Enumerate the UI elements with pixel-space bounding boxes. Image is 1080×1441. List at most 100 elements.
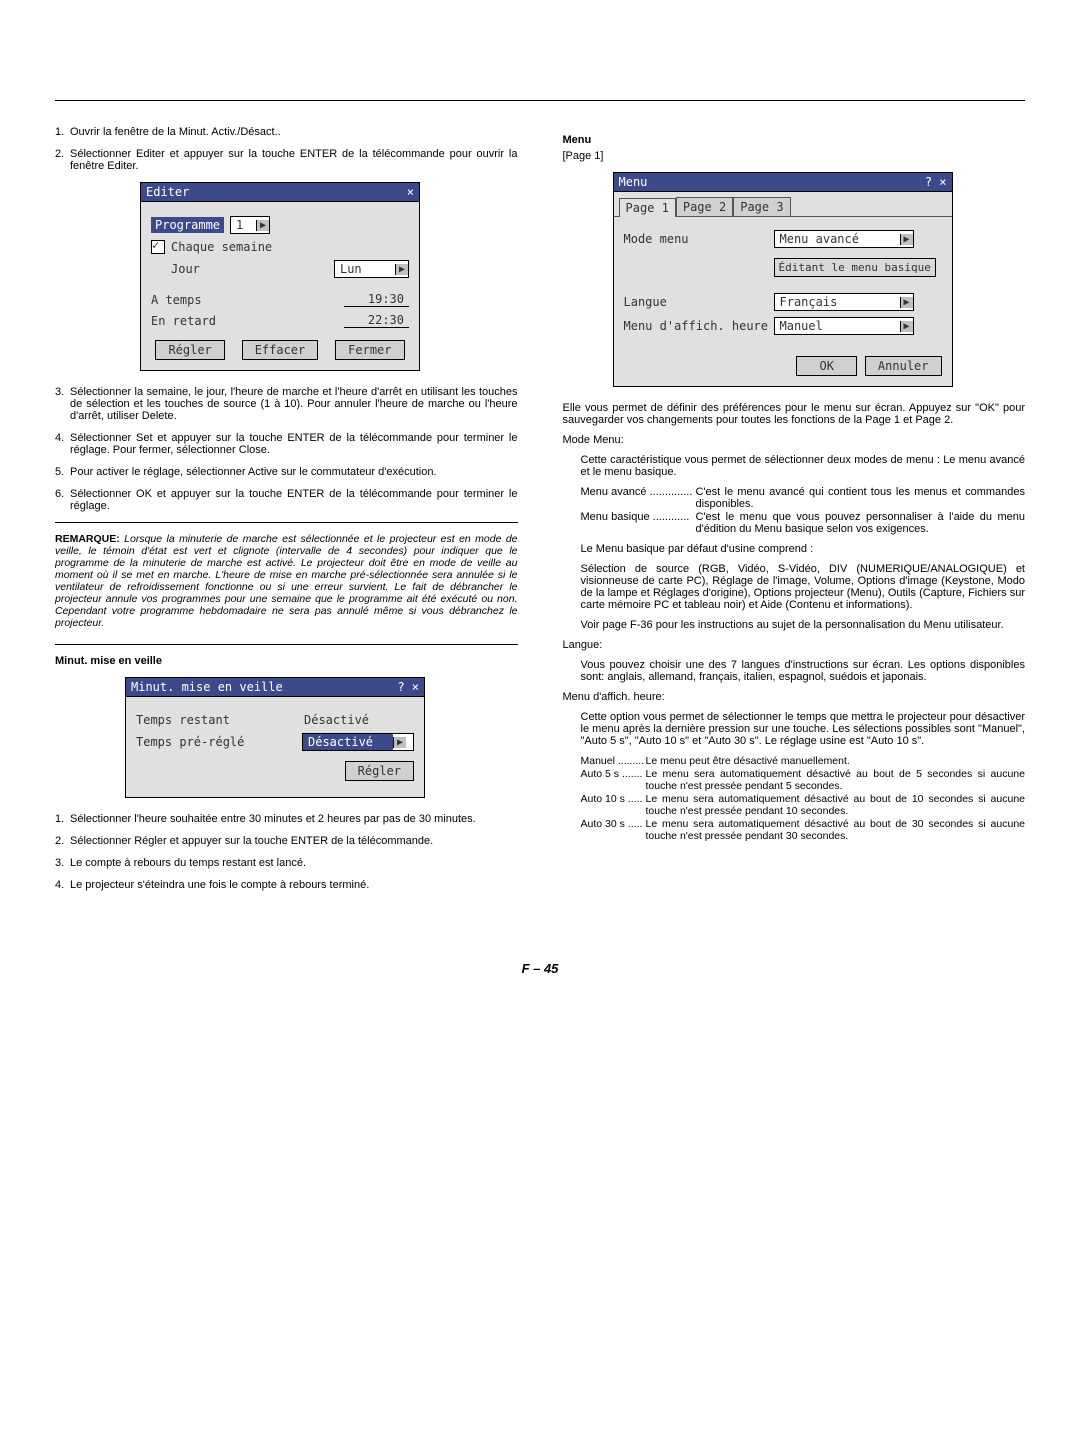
jour-select[interactable]: Lun ▶: [334, 260, 409, 278]
rule: [55, 522, 518, 523]
atemps-field[interactable]: 19:30: [344, 292, 409, 307]
retard-row: En retard 22:30: [151, 313, 409, 328]
langue-select[interactable]: Français ▶: [774, 293, 914, 311]
chevron-down-icon[interactable]: ▶: [393, 737, 406, 748]
page-indicator: [Page 1]: [563, 150, 1026, 162]
def-row: Auto 10 s ..... Le menu sera automatique…: [581, 793, 1026, 817]
list-item: 1. Sélectionner l'heure souhaitée entre …: [55, 813, 518, 825]
dialog-body: Temps restant Désactivé Temps pré-réglé …: [125, 697, 425, 798]
label: Menu d'affich. heure: [624, 319, 774, 333]
editer-dialog: Editer × Programme 1 ▶ Chaque semaine: [140, 182, 420, 371]
programme-select[interactable]: 1 ▶: [230, 216, 270, 234]
page-footer: F – 45: [55, 961, 1025, 976]
list-item: 2. Sélectionner Editer et appuyer sur la…: [55, 148, 518, 172]
text: Sélectionner Editer et appuyer sur la to…: [70, 148, 518, 172]
value: 1: [231, 217, 256, 233]
list-item: 6. Sélectionner OK et appuyer sur la tou…: [55, 488, 518, 512]
value: Désactivé: [304, 713, 414, 727]
affich-row: Menu d'affich. heure Manuel ▶: [614, 314, 952, 338]
chevron-down-icon[interactable]: ▶: [256, 220, 269, 231]
programme-label: Programme: [151, 217, 224, 233]
tabs: Page 1 Page 2 Page 3: [614, 192, 952, 217]
label: Mode menu: [624, 232, 774, 246]
retard-label: En retard: [151, 314, 216, 328]
chevron-down-icon[interactable]: ▶: [900, 321, 913, 332]
langue-heading: Langue:: [563, 639, 1026, 651]
def-row: Manuel ......... Le menu peut être désac…: [581, 755, 1026, 767]
defaut-intro: Le Menu basique par défaut d'usine compr…: [581, 543, 1026, 555]
dialog-body: Page 1 Page 2 Page 3 Mode menu Menu avan…: [613, 192, 953, 387]
jour-label: Jour: [171, 262, 200, 276]
text: Pour activer le réglage, sélectionner Ac…: [70, 466, 518, 478]
value: Désactivé: [303, 734, 393, 750]
titlebar-icons: ? ×: [925, 175, 947, 189]
rule: [55, 644, 518, 645]
atemps-label: A temps: [151, 293, 202, 307]
desc: Le menu sera automatiquement désactivé a…: [646, 768, 1026, 792]
affich-select[interactable]: Manuel ▶: [774, 317, 914, 335]
button-row: OK Annuler: [614, 356, 952, 376]
list-item: 3. Sélectionner la semaine, le jour, l'h…: [55, 386, 518, 422]
term: Auto 5 s .......: [581, 768, 646, 792]
effacer-button[interactable]: Effacer: [242, 340, 319, 360]
button-row: Régler Effacer Fermer: [151, 340, 409, 360]
paragraph: Elle vous permet de définir des préféren…: [563, 402, 1026, 426]
desc: Le menu peut être désactivé manuellement…: [646, 755, 1026, 767]
chevron-down-icon[interactable]: ▶: [395, 264, 408, 275]
num: 1.: [55, 813, 70, 825]
menu-dialog: Menu ? × Page 1 Page 2 Page 3 Mode menu …: [613, 172, 953, 387]
preregle-select[interactable]: Désactivé ▶: [302, 733, 414, 751]
ok-button[interactable]: OK: [796, 356, 856, 376]
chaque-checkbox[interactable]: [151, 240, 165, 254]
regler-button[interactable]: Régler: [155, 340, 224, 360]
page: 1. Ouvrir la fenêtre de la Minut. Activ.…: [0, 0, 1080, 1006]
titlebar: Menu ? ×: [613, 172, 953, 192]
chaque-label: Chaque semaine: [171, 240, 272, 254]
close-icon[interactable]: ×: [407, 185, 414, 199]
term: Auto 10 s .....: [581, 793, 646, 817]
dialog-body: Programme 1 ▶ Chaque semaine Jour Lun: [140, 202, 420, 371]
value: Manuel: [775, 318, 900, 334]
titlebar: Minut. mise en veille ? ×: [125, 677, 425, 697]
columns: 1. Ouvrir la fenêtre de la Minut. Activ.…: [55, 126, 1025, 901]
list-item: 5. Pour activer le réglage, sélectionner…: [55, 466, 518, 478]
def-row: Menu basique ............ C'est le menu …: [581, 511, 1026, 535]
tab-page1[interactable]: Page 1: [619, 198, 676, 217]
text: Le compte à rebours du temps restant est…: [70, 857, 518, 869]
edit-basique-button[interactable]: Éditant le menu basique: [774, 258, 936, 277]
left-column: 1. Ouvrir la fenêtre de la Minut. Activ.…: [55, 126, 518, 901]
chevron-down-icon[interactable]: ▶: [900, 234, 913, 245]
term: Auto 30 s .....: [581, 818, 646, 842]
tab-page3[interactable]: Page 3: [733, 197, 790, 216]
langue-desc: Vous pouvez choisir une des 7 langues d'…: [581, 659, 1026, 683]
jour-row: Jour Lun ▶: [151, 260, 409, 278]
text: Sélectionner OK et appuyer sur la touche…: [70, 488, 518, 512]
annuler-button[interactable]: Annuler: [865, 356, 942, 376]
fermer-button[interactable]: Fermer: [335, 340, 404, 360]
mode-row: Mode menu Menu avancé ▶: [614, 227, 952, 251]
dialog-title: Editer: [146, 185, 189, 199]
term: Menu avancé ..............: [581, 486, 696, 510]
programme-row: Programme 1 ▶: [151, 216, 409, 234]
mode-select[interactable]: Menu avancé ▶: [774, 230, 914, 248]
menu-heading: Menu: [563, 134, 1026, 146]
minut-heading: Minut. mise en veille: [55, 655, 518, 667]
minut-dialog: Minut. mise en veille ? × Temps restant …: [125, 677, 425, 798]
mode-deflist: Menu avancé .............. C'est le menu…: [581, 486, 1026, 535]
affich-deflist: Manuel ......... Le menu peut être désac…: [581, 755, 1026, 842]
tab-page2[interactable]: Page 2: [676, 197, 733, 216]
regler-button[interactable]: Régler: [345, 761, 414, 781]
preregle-row: Temps pré-réglé Désactivé ▶: [136, 733, 414, 751]
chevron-down-icon[interactable]: ▶: [900, 297, 913, 308]
langue-row: Langue Français ▶: [614, 290, 952, 314]
retard-field[interactable]: 22:30: [344, 313, 409, 328]
value: Français: [775, 294, 900, 310]
dialog-title: Menu: [619, 175, 648, 189]
affich-heading: Menu d'affich. heure:: [563, 691, 1026, 703]
temps-restant-row: Temps restant Désactivé: [136, 713, 414, 727]
text: Sélectionner l'heure souhaitée entre 30 …: [70, 813, 518, 825]
mode-heading: Mode Menu:: [563, 434, 1026, 446]
list-item: 2. Sélectionner Régler et appuyer sur la…: [55, 835, 518, 847]
value: Lun: [335, 261, 395, 277]
num: 6.: [55, 488, 70, 512]
